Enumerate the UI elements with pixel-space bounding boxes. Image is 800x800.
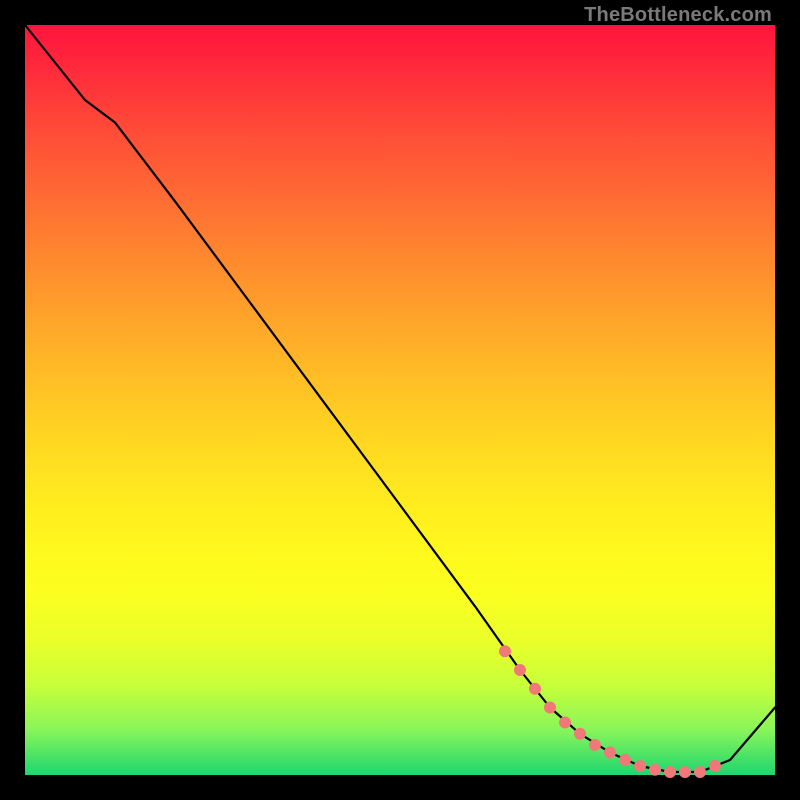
curve-marker: [529, 683, 541, 695]
curve-marker: [604, 747, 616, 759]
chart-stage: TheBottleneck.com: [0, 0, 800, 800]
curve-marker: [544, 702, 556, 714]
curve-marker: [664, 766, 676, 778]
curve-marker: [589, 739, 601, 751]
curve-marker: [514, 664, 526, 676]
plot-area: [25, 25, 775, 775]
curve-marker: [559, 717, 571, 729]
curve-marker: [709, 760, 721, 772]
curve-marker: [694, 766, 706, 778]
bottleneck-curve: [25, 25, 775, 772]
curve-marker: [679, 766, 691, 778]
curve-marker: [574, 728, 586, 740]
curve-marker: [649, 764, 661, 776]
curve-marker: [499, 645, 511, 657]
chart-svg: [25, 25, 775, 775]
curve-marker: [634, 760, 646, 772]
curve-marker: [619, 754, 631, 766]
curve-markers: [499, 645, 721, 778]
watermark-text: TheBottleneck.com: [584, 4, 772, 27]
